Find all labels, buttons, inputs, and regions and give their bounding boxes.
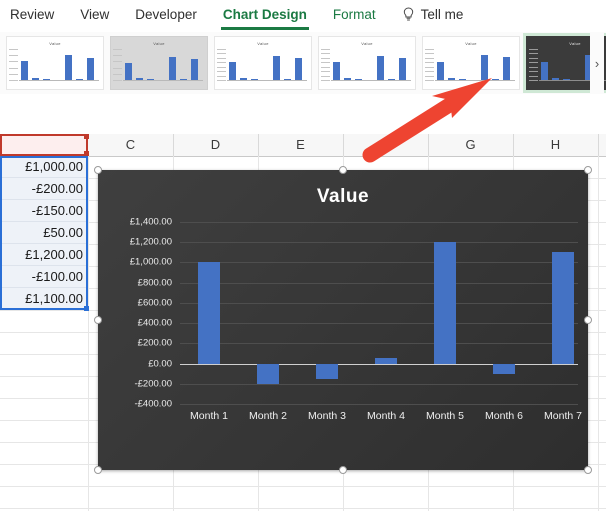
tab-format[interactable]: Format [333,7,376,26]
tab-tell-me[interactable]: Tell me [402,6,464,26]
y-tick-label: -£200.00 [134,378,172,390]
bar-month-6[interactable] [493,363,515,374]
chart-style-thumb-2[interactable]: Value [110,36,208,90]
chart-style-thumb-1[interactable]: Value [6,36,104,90]
thumb-title: Value [361,41,373,46]
chart-resize-handle-top-right[interactable] [584,166,592,174]
bar-month-7[interactable] [552,252,574,364]
y-tick-label: £200.00 [137,337,172,349]
cell-value[interactable]: £1,200.00 [0,244,88,266]
plot-area[interactable] [180,222,578,405]
cell-value[interactable]: £50.00 [0,222,88,244]
range-fill-handle[interactable] [84,306,89,311]
y-tick-label: £800.00 [137,277,172,289]
thumb-ticks [529,49,538,81]
column-b-header-highlight[interactable] [0,134,88,156]
thumb-title: Value [49,41,61,46]
chart-resize-handle-middle-right[interactable] [584,316,592,324]
column-header-f[interactable]: F [343,134,429,156]
x-tick-label: Month 1 [190,410,228,422]
column-header-g[interactable]: G [428,134,514,156]
cell-value[interactable]: -£200.00 [0,178,88,200]
cell-value[interactable]: £1,000.00 [0,156,88,178]
thumb-ticks [9,49,18,81]
bar-month-5[interactable] [434,242,456,364]
bar-month-3[interactable] [316,363,338,379]
tab-chart-design[interactable]: Chart Design [220,7,309,30]
thumb-title: Value [153,41,165,46]
tab-view[interactable]: View [80,7,109,26]
thumb-plot [19,49,99,81]
chart-object[interactable]: Value £1,400.00 £1,200.00 £1,000.00 £800… [98,170,588,470]
y-tick-label: £1,000.00 [129,256,172,268]
column-header-e[interactable]: E [258,134,344,156]
column-header-h[interactable]: H [513,134,599,156]
chart-style-thumb-3[interactable]: Value [214,36,312,90]
zero-axis-line [180,363,578,365]
thumb-plot [123,49,203,81]
y-tick-label: £600.00 [137,297,172,309]
bar-month-1[interactable] [198,262,220,364]
bar-month-2[interactable] [257,363,279,384]
thumb-title: Value [465,41,477,46]
ribbon-tab-bar: Review View Developer Chart Design Forma… [0,0,606,33]
chart-title[interactable]: Value [98,186,588,208]
y-tick-label: £400.00 [137,317,172,329]
chart-style-thumb-4[interactable]: Value [318,36,416,90]
y-tick-label: £1,400.00 [129,216,172,228]
y-axis-labels: £1,400.00 £1,200.00 £1,000.00 £800.00 £6… [98,217,176,410]
chart-resize-handle-top-center[interactable] [339,166,347,174]
thumb-plot [435,49,515,81]
tab-developer[interactable]: Developer [135,7,197,26]
thumb-ticks [425,49,434,81]
x-tick-label: Month 3 [308,410,346,422]
y-tick-label: £0.00 [148,358,172,370]
chart-resize-handle-bottom-left[interactable] [94,466,102,474]
chart-resize-handle-top-left[interactable] [94,166,102,174]
selected-cell-range[interactable]: £1,000.00 -£200.00 -£150.00 £50.00 £1,20… [0,156,88,310]
x-tick-label: Month 4 [367,410,405,422]
chart-styles-gallery[interactable]: Value Value Value Value Value Value [0,32,606,95]
cell-value[interactable]: -£100.00 [0,266,88,288]
y-tick-label: -£400.00 [134,398,172,410]
thumb-title: Value [257,41,269,46]
x-tick-label: Month 5 [426,410,464,422]
gallery-next-button[interactable]: › [590,32,604,94]
x-tick-label: Month 2 [249,410,287,422]
chart-style-thumb-5[interactable]: Value [422,36,520,90]
excel-chart-design-screen: Review View Developer Chart Design Forma… [0,0,606,511]
red-marker-top [84,134,89,139]
thumb-ticks [217,49,226,81]
column-header-row: C D E F G H [0,134,606,157]
x-axis-labels: Month 1 Month 2 Month 3 Month 4 Month 5 … [180,410,582,426]
tab-tell-me-label: Tell me [420,6,464,22]
cell-value[interactable]: -£150.00 [0,200,88,222]
cell-value[interactable]: £1,100.00 [0,288,88,310]
lightbulb-icon [403,6,413,20]
thumb-plot [331,49,411,81]
column-header-c[interactable]: C [88,134,174,156]
tab-review[interactable]: Review [10,7,54,26]
bar-month-4[interactable] [375,358,397,364]
x-tick-label: Month 6 [485,410,523,422]
column-header-d[interactable]: D [173,134,259,156]
x-tick-label: Month 7 [544,410,582,422]
thumb-plot [227,49,307,81]
chart-resize-handle-middle-left[interactable] [94,316,102,324]
chart-resize-handle-bottom-center[interactable] [339,466,347,474]
y-tick-label: £1,200.00 [129,236,172,248]
chart-resize-handle-bottom-right[interactable] [584,466,592,474]
thumb-ticks [113,49,122,81]
thumb-ticks [321,49,330,81]
